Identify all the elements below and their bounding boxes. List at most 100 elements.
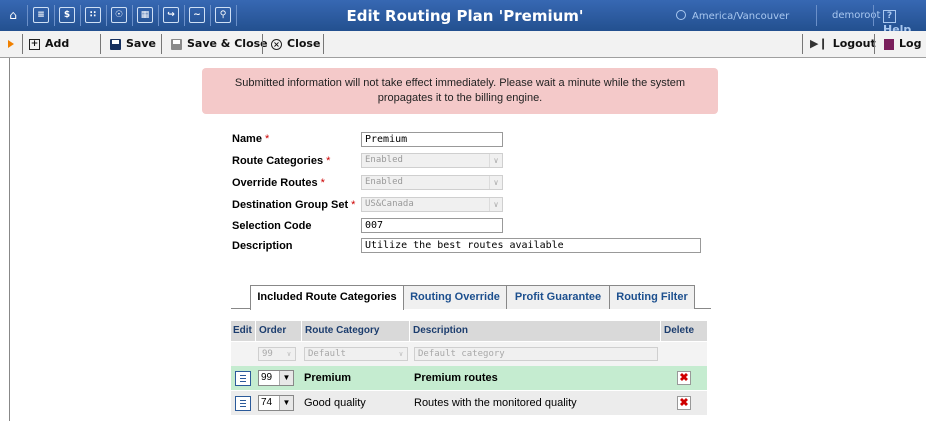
route-category-cell: Premium <box>304 372 352 384</box>
divider <box>873 5 874 26</box>
grid-icon[interactable]: ∷ <box>85 7 101 23</box>
description-field[interactable]: Utilize the best routes available <box>361 238 701 253</box>
divider <box>802 34 803 54</box>
table-row: 74 ▼ Good quality Routes with the monitor… <box>231 391 707 415</box>
delete-icon[interactable]: ✖ <box>677 396 691 410</box>
override-routes-select: Enabled ∨ <box>361 175 503 190</box>
close-button[interactable]: × Close <box>271 31 320 57</box>
page-title: Edit Routing Plan 'Premium' <box>346 7 584 25</box>
logout-label: Logout <box>832 37 876 50</box>
log-label: Log <box>899 37 922 50</box>
edit-icon[interactable] <box>235 395 251 411</box>
description-cell: Premium routes <box>414 372 498 384</box>
save-label: Save <box>126 37 156 50</box>
close-icon: × <box>271 38 282 50</box>
chevron-down-icon: ∨ <box>489 154 502 167</box>
edit-icon[interactable] <box>235 370 251 386</box>
save-close-icon <box>171 38 182 50</box>
divider <box>132 5 133 26</box>
save-close-label: Save & Close <box>187 37 268 50</box>
tab-routing-filter[interactable]: Routing Filter <box>609 285 695 309</box>
divider <box>158 5 159 26</box>
divider <box>106 5 107 26</box>
divider <box>22 34 23 54</box>
toolbar: + Add Save Save & Close × Close ▶❙ Logou… <box>0 31 926 58</box>
propagation-notice: Submitted information will not take effe… <box>202 68 718 114</box>
timezone-link[interactable]: America/Vancouver <box>676 10 789 22</box>
new-description-field: Default category <box>414 347 658 361</box>
divider <box>262 34 263 54</box>
close-label: Close <box>287 37 321 50</box>
divider <box>184 5 185 26</box>
order-select[interactable]: 99 ▼ <box>258 370 294 386</box>
order-select[interactable]: 74 ▼ <box>258 395 294 411</box>
delete-icon[interactable]: ✖ <box>677 371 691 385</box>
destination-group-set-select: US&Canada ∨ <box>361 197 503 212</box>
override-routes-label: Override Routes * <box>232 177 325 189</box>
selection-code-label: Selection Code <box>232 220 312 232</box>
list-icon[interactable]: ≡ <box>33 7 49 23</box>
tab-routing-override[interactable]: Routing Override <box>403 285 507 309</box>
clock-icon <box>676 10 686 20</box>
table-row-new: 99 ∨ Default ∨ Default category <box>231 342 707 366</box>
expand-arrow-icon[interactable] <box>8 31 14 57</box>
tab-included-route-categories[interactable]: Included Route Categories <box>250 285 404 310</box>
logout-icon: ▶❙ <box>810 37 828 50</box>
chevron-down-icon: ▼ <box>279 371 293 385</box>
route-category-cell: Good quality <box>304 397 366 409</box>
divider <box>210 5 211 26</box>
divider <box>100 34 101 54</box>
chevron-down-icon: ∨ <box>489 198 502 211</box>
top-navigation-bar: ⌂ ≡ $ ∷ ☉ ▦ ↪ ∼ ⚲ Edit Routing Plan 'Pre… <box>0 0 926 36</box>
search-icon[interactable]: ⚲ <box>215 7 231 23</box>
person-icon[interactable]: ☉ <box>111 7 127 23</box>
add-icon: + <box>29 38 40 50</box>
notice-line-1: Submitted information will not take effe… <box>234 77 686 89</box>
frame-border <box>9 58 10 421</box>
network-icon[interactable]: ▦ <box>137 7 153 23</box>
chevron-down-icon: ∨ <box>489 176 502 189</box>
new-category-select: Default ∨ <box>304 347 408 361</box>
home-icon[interactable]: ⌂ <box>5 7 21 23</box>
column-header-edit: Edit <box>231 321 255 341</box>
save-icon <box>110 38 121 50</box>
help-icon: ? <box>883 10 896 23</box>
chevron-down-icon: ▼ <box>279 396 293 410</box>
column-header-delete: Delete <box>661 321 707 341</box>
divider <box>323 34 324 54</box>
divider <box>236 5 237 26</box>
destination-group-set-label: Destination Group Set * <box>232 199 356 211</box>
divider <box>54 5 55 26</box>
chevron-down-icon: ∨ <box>398 350 404 358</box>
table-row: 99 ▼ Premium Premium routes ✖ <box>231 366 707 390</box>
route-categories-label: Route Categories * <box>232 155 331 167</box>
log-icon <box>884 38 894 50</box>
route-categories-select: Enabled ∨ <box>361 153 503 168</box>
add-label: Add <box>45 37 70 50</box>
dollar-icon[interactable]: $ <box>59 7 75 23</box>
tab-profit-guarantee[interactable]: Profit Guarantee <box>506 285 610 309</box>
arrow-icon[interactable]: ↪ <box>163 7 179 23</box>
divider <box>27 5 28 26</box>
log-button[interactable]: Log <box>884 31 921 57</box>
description-cell: Routes with the monitored quality <box>414 397 577 409</box>
column-header-description: Description <box>410 321 660 341</box>
chart-icon[interactable]: ∼ <box>189 7 205 23</box>
add-button[interactable]: + Add <box>29 31 69 57</box>
new-order-select: 99 ∨ <box>258 347 296 361</box>
save-button[interactable]: Save <box>110 31 156 57</box>
description-label: Description <box>232 240 293 252</box>
divider <box>161 34 162 54</box>
name-field[interactable]: Premium <box>361 132 503 147</box>
divider <box>816 5 817 26</box>
logout-button[interactable]: ▶❙ Logout <box>810 31 876 57</box>
column-header-route-category: Route Category <box>302 321 409 341</box>
name-label: Name * <box>232 133 270 145</box>
divider <box>80 5 81 26</box>
timezone-label: America/Vancouver <box>692 11 790 22</box>
notice-line-2: propagates it to the billing engine. <box>377 92 543 104</box>
chevron-down-icon: ∨ <box>286 350 292 358</box>
selection-code-field[interactable]: 007 <box>361 218 503 233</box>
column-header-order: Order <box>256 321 301 341</box>
save-close-button[interactable]: Save & Close <box>171 31 268 57</box>
